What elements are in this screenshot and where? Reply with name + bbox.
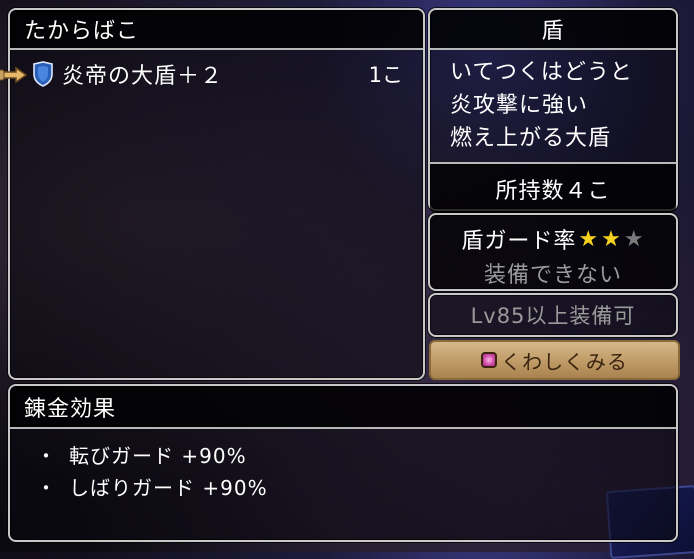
star-filled-icon: ★ [578,226,600,252]
item-detail-panel: 盾 いてつくはどうと 炎攻撃に強い 燃え上がる大盾 所持数４こ [428,8,678,213]
owned-count-text: 所持数４こ [495,178,611,204]
description-line: 炎攻撃に強い [450,93,589,118]
alchemy-title: 錬金効果 [24,396,117,422]
description-line: いてつくはどうと [450,60,633,85]
guard-rate-stars: ★★★ [576,227,644,252]
pointing-hand-cursor-icon [0,66,28,84]
item-quantity: 1こ [368,63,403,87]
alchemy-effect-text: 転びガード +90% [69,444,247,468]
shield-guard-panel: 盾ガード率 ★★★ 装備できない [428,213,678,291]
owned-count: 所持数４こ [430,162,676,213]
bullet: ・ [36,476,57,500]
equip-status: 装備できない [483,263,622,288]
bullet: ・ [36,444,57,468]
star-empty-icon: ★ [623,226,645,252]
guard-rate-row: 盾ガード率 ★★★ [430,223,676,255]
treasure-box-title: たからばこ [24,19,140,44]
level-requirement-text: Lv85以上装備可 [470,304,636,328]
alchemy-effects-panel: 錬金効果 ・転びガード +90% ・しばりガード +90% [8,384,678,542]
description-line: 燃え上がる大盾 [450,126,612,151]
alchemy-effect-row: ・しばりガード +90% [36,472,268,501]
item-description: いてつくはどうと 炎攻撃に強い 燃え上がる大盾 [430,56,676,155]
list-item[interactable]: 炎帝の大盾＋２ 1こ [10,57,423,91]
square-button-icon [481,352,498,368]
level-requirement-panel: Lv85以上装備可 [428,293,678,337]
star-filled-icon: ★ [601,226,622,252]
alchemy-effect-text: しばりガード +90% [69,476,268,500]
view-details-button[interactable]: くわしくみる [429,340,680,380]
item-name: 炎帝の大盾＋２ [62,64,224,89]
alchemy-title-bar: 錬金効果 [10,386,676,429]
guard-rate-label: 盾ガード率 [461,229,577,254]
item-category: 盾 [541,19,565,44]
view-details-label: くわしくみる [501,349,628,374]
alchemy-effect-row: ・転びガード +90% [36,440,247,469]
treasure-box-title-bar: たからばこ [10,10,423,50]
treasure-box-panel: たからばこ 炎帝の大盾＋２ 1こ [0,8,425,380]
item-category-bar: 盾 [430,10,676,50]
